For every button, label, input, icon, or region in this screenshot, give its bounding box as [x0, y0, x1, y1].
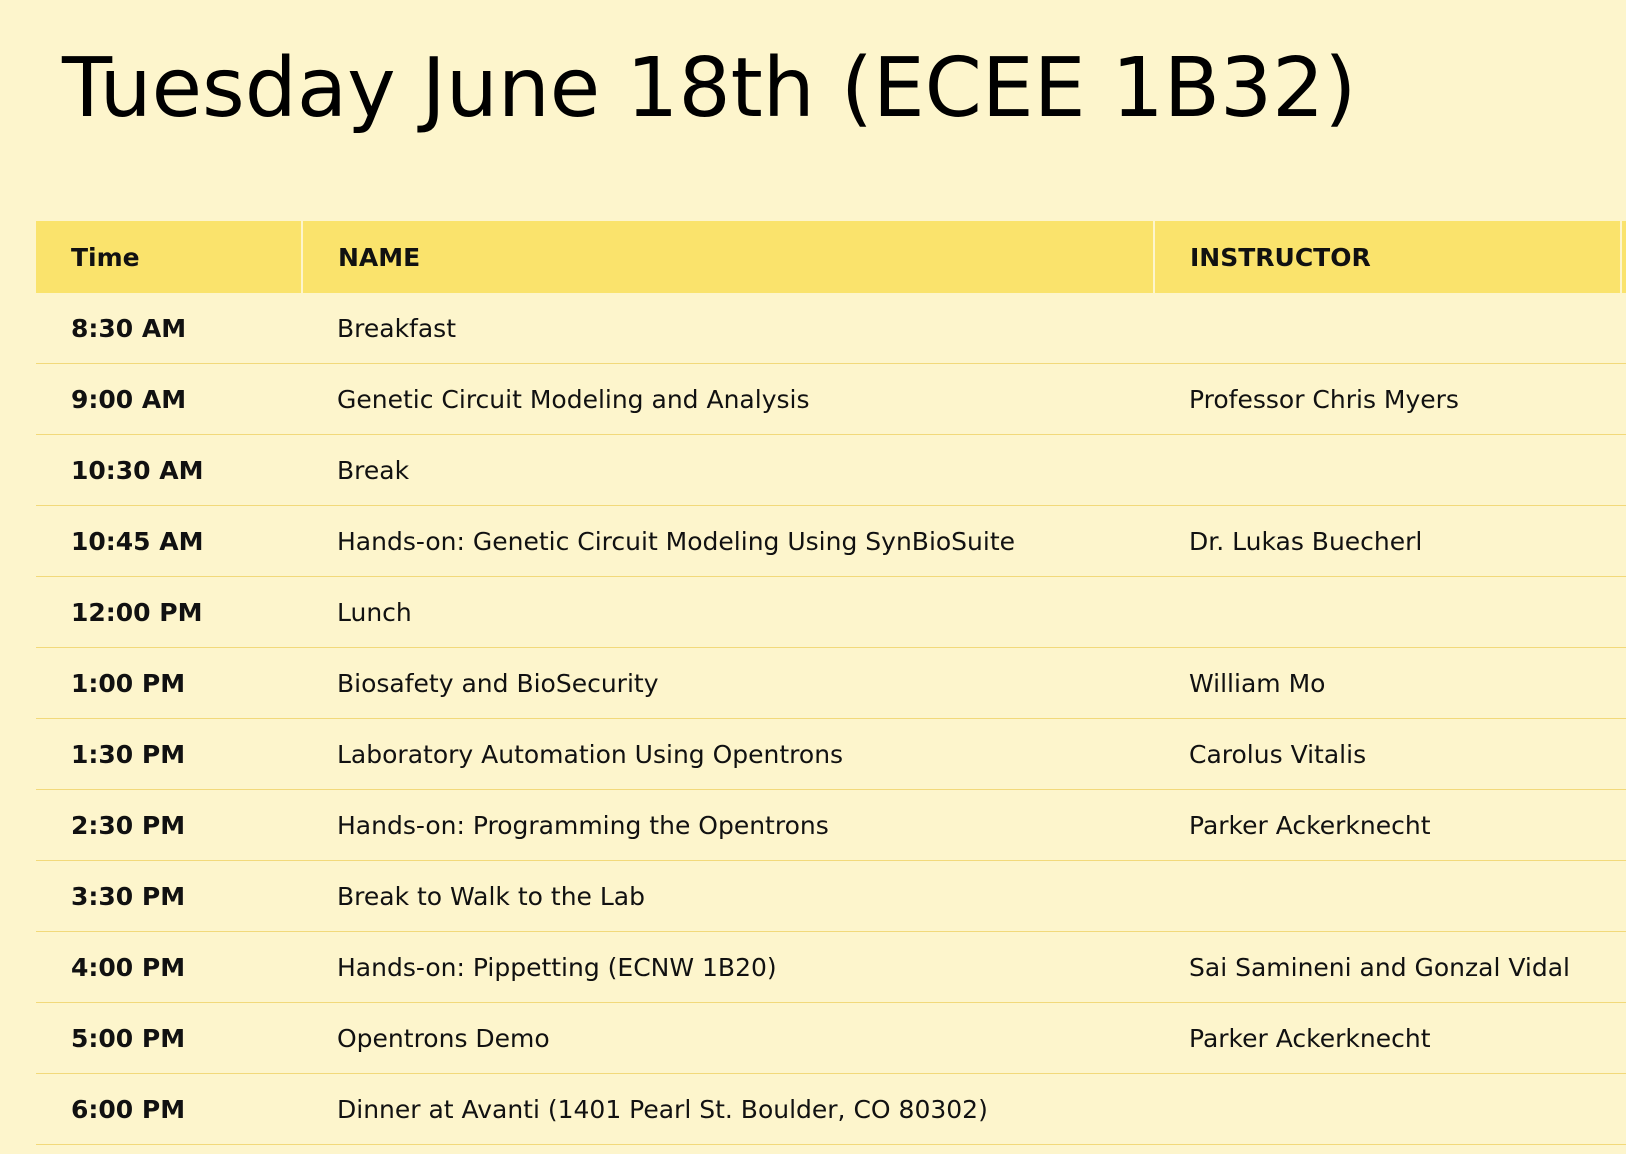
extra-cell	[1621, 647, 1626, 719]
session-name-cell: Break to Walk to the Lab	[302, 860, 1154, 932]
session-name-cell: Hands-on: Genetic Circuit Modeling Using…	[302, 505, 1154, 577]
table-row: 1:30 PM Laboratory Automation Using Open…	[36, 718, 1626, 790]
instructor-cell	[1154, 293, 1621, 364]
instructor-cell	[1154, 576, 1621, 648]
session-name-cell: Dinner at Avanti (1401 Pearl St. Boulder…	[302, 1073, 1154, 1145]
instructor-cell: Parker Ackerknecht	[1154, 789, 1621, 861]
extra-cell	[1621, 1002, 1626, 1074]
table-row: 10:30 AM Break	[36, 434, 1626, 506]
session-name-cell: Breakfast	[302, 293, 1154, 364]
session-name-cell: Lunch	[302, 576, 1154, 648]
session-name-cell: Hands-on: Pippetting (ECNW 1B20)	[302, 931, 1154, 1003]
instructor-cell	[1154, 860, 1621, 932]
time-cell: 5:00 PM	[36, 1002, 302, 1074]
extra-cell	[1621, 576, 1626, 648]
column-header-extra	[1621, 221, 1626, 293]
page-title: Tuesday June 18th (ECEE 1B32)	[62, 41, 1357, 136]
extra-cell	[1621, 789, 1626, 861]
instructor-cell: William Mo	[1154, 647, 1621, 719]
header-row: Time NAME INSTRUCTOR	[36, 221, 1626, 293]
column-header-instructor: INSTRUCTOR	[1154, 221, 1622, 293]
time-cell: 8:30 AM	[36, 293, 302, 364]
extra-cell	[1621, 363, 1626, 435]
session-name-cell: Hands-on: Programming the Opentrons	[302, 789, 1154, 861]
table-row: 12:00 PM Lunch	[36, 576, 1626, 648]
time-cell: 1:00 PM	[36, 647, 302, 719]
time-cell: 6:00 PM	[36, 1073, 302, 1145]
table-row: 10:45 AM Hands-on: Genetic Circuit Model…	[36, 505, 1626, 577]
column-header-name: NAME	[302, 221, 1155, 293]
extra-cell	[1621, 505, 1626, 577]
table-row: 5:00 PM Opentrons Demo Parker Ackerknech…	[36, 1002, 1626, 1074]
table-row: 2:30 PM Hands-on: Programming the Opentr…	[36, 789, 1626, 861]
extra-cell	[1621, 434, 1626, 506]
instructor-cell	[1154, 1073, 1621, 1145]
instructor-cell: Professor Chris Myers	[1154, 363, 1621, 435]
instructor-cell: Sai Samineni and Gonzal Vidal	[1154, 931, 1621, 1003]
schedule-table: Time NAME INSTRUCTOR 8:30 AM Breakfast 9…	[36, 221, 1626, 1145]
session-name-cell: Laboratory Automation Using Opentrons	[302, 718, 1154, 790]
column-header-time: Time	[36, 221, 303, 293]
extra-cell	[1621, 860, 1626, 932]
time-cell: 1:30 PM	[36, 718, 302, 790]
schedule-header: Time NAME INSTRUCTOR	[36, 221, 1626, 293]
extra-cell	[1621, 1073, 1626, 1145]
session-name-cell: Break	[302, 434, 1154, 506]
table-row: 9:00 AM Genetic Circuit Modeling and Ana…	[36, 363, 1626, 435]
instructor-cell: Carolus Vitalis	[1154, 718, 1621, 790]
instructor-cell: Dr. Lukas Buecherl	[1154, 505, 1621, 577]
instructor-cell	[1154, 434, 1621, 506]
time-cell: 4:00 PM	[36, 931, 302, 1003]
time-cell: 2:30 PM	[36, 789, 302, 861]
instructor-cell: Parker Ackerknecht	[1154, 1002, 1621, 1074]
table-row: 6:00 PM Dinner at Avanti (1401 Pearl St.…	[36, 1073, 1626, 1145]
table-row: 8:30 AM Breakfast	[36, 293, 1626, 364]
session-name-cell: Biosafety and BioSecurity	[302, 647, 1154, 719]
extra-cell	[1621, 931, 1626, 1003]
time-cell: 9:00 AM	[36, 363, 302, 435]
extra-cell	[1621, 718, 1626, 790]
table-row: 1:00 PM Biosafety and BioSecurity Willia…	[36, 647, 1626, 719]
time-cell: 10:30 AM	[36, 434, 302, 506]
session-name-cell: Genetic Circuit Modeling and Analysis	[302, 363, 1154, 435]
time-cell: 10:45 AM	[36, 505, 302, 577]
extra-cell	[1621, 293, 1626, 364]
table-row: 3:30 PM Break to Walk to the Lab	[36, 860, 1626, 932]
time-cell: 3:30 PM	[36, 860, 302, 932]
schedule-body: 8:30 AM Breakfast 9:00 AM Genetic Circui…	[36, 293, 1626, 1145]
session-name-cell: Opentrons Demo	[302, 1002, 1154, 1074]
table-row: 4:00 PM Hands-on: Pippetting (ECNW 1B20)…	[36, 931, 1626, 1003]
time-cell: 12:00 PM	[36, 576, 302, 648]
